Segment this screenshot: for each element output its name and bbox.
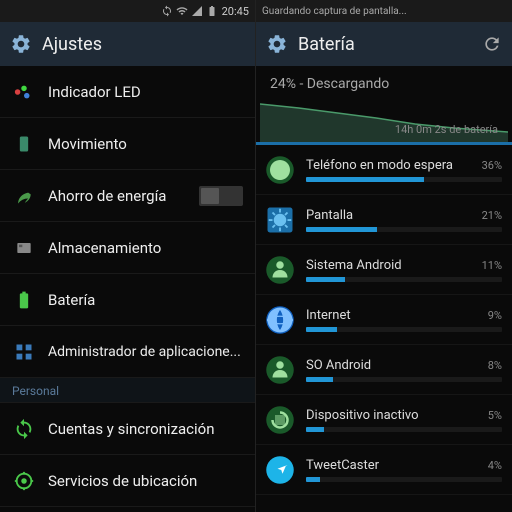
usage-bar [306, 177, 502, 182]
usage-body: Teléfono en modo espera 36% [306, 158, 502, 182]
usage-body: Sistema Android 11% [306, 258, 502, 282]
sync-icon [161, 5, 173, 17]
status-icons [161, 5, 218, 17]
led-icon [12, 80, 36, 104]
usage-bar [306, 377, 502, 382]
settings-row-motion[interactable]: Movimiento [0, 118, 255, 170]
sync-icon [12, 417, 36, 441]
status-bar: Guardando captura de pantalla... [256, 0, 512, 22]
usage-name: Teléfono en modo espera [306, 158, 453, 173]
row-label: Movimiento [48, 135, 243, 153]
settings-row-apps[interactable]: Administrador de aplicacione... [0, 326, 255, 378]
usage-percent: 8% [488, 359, 502, 372]
gear-icon [266, 33, 288, 55]
usage-row[interactable]: SO Android 8% [256, 345, 512, 395]
usage-name: Dispositivo inactivo [306, 408, 419, 423]
row-label: Ahorro de energía [48, 187, 187, 205]
settings-row-storage[interactable]: Almacenamiento [0, 222, 255, 274]
usage-body: Dispositivo inactivo 5% [306, 408, 502, 432]
usage-name: SO Android [306, 358, 371, 373]
app-icon [264, 354, 296, 386]
row-label: Batería [48, 291, 243, 309]
battery-summary: 24% - Descargando [256, 66, 512, 98]
graph-duration: 14h 0m 2s de batería [395, 123, 498, 136]
usage-percent: 4% [488, 459, 502, 472]
page-title: Ajustes [42, 34, 245, 55]
usage-name: Sistema Android [306, 258, 402, 273]
usage-percent: 9% [488, 309, 502, 322]
usage-body: Pantalla 21% [306, 208, 502, 232]
settings-panel: 20:45 Ajustes Indicador LED Movimiento A… [0, 0, 256, 512]
usage-bar [306, 427, 502, 432]
usage-row[interactable]: Sistema Android 11% [256, 245, 512, 295]
usage-name: Internet [306, 308, 351, 323]
refresh-icon[interactable] [482, 34, 502, 54]
usage-row[interactable]: Internet 9% [256, 295, 512, 345]
wifi-icon [176, 5, 188, 17]
gear-icon [10, 33, 32, 55]
section-personal: Personal [0, 378, 255, 403]
usage-bar [306, 327, 502, 332]
usage-bar [306, 277, 502, 282]
usage-body: SO Android 8% [306, 358, 502, 382]
usage-body: Internet 9% [306, 308, 502, 332]
settings-row-accounts[interactable]: Cuentas y sincronización [0, 403, 255, 455]
app-icon [264, 204, 296, 236]
battery-header: Batería [256, 22, 512, 66]
settings-row-powersave[interactable]: Ahorro de energía [0, 170, 255, 222]
usage-percent: 11% [482, 259, 502, 272]
battery-panel: Guardando captura de pantalla... Batería… [256, 0, 512, 512]
usage-list: Teléfono en modo espera 36% Pantalla 21% Sis… [256, 145, 512, 512]
usage-percent: 21% [482, 209, 502, 222]
usage-bar [306, 477, 502, 482]
apps-icon [12, 340, 36, 364]
usage-row[interactable]: Pantalla 21% [256, 195, 512, 245]
motion-icon [12, 132, 36, 156]
battery-graph[interactable]: 14h 0m 2s de batería [260, 98, 508, 142]
settings-header: Ajustes [0, 22, 255, 66]
usage-percent: 5% [488, 409, 502, 422]
app-icon [264, 154, 296, 186]
usage-row[interactable]: TweetCaster 4% [256, 445, 512, 495]
app-icon [264, 404, 296, 436]
row-label: Administrador de aplicacione... [48, 344, 243, 360]
settings-row-location[interactable]: Servicios de ubicación [0, 455, 255, 507]
app-icon [264, 454, 296, 486]
powersave-toggle[interactable] [199, 186, 243, 206]
storage-icon [12, 236, 36, 260]
status-saving: Guardando captura de pantalla... [262, 6, 407, 17]
app-icon [264, 254, 296, 286]
usage-row[interactable]: Teléfono en modo espera 36% [256, 145, 512, 195]
battery-icon [206, 5, 218, 17]
usage-body: TweetCaster 4% [306, 458, 502, 482]
usage-percent: 36% [482, 159, 502, 172]
leaf-icon [12, 184, 36, 208]
toggle-knob [201, 188, 219, 204]
row-label: Indicador LED [48, 83, 243, 101]
settings-list: Indicador LED Movimiento Ahorro de energ… [0, 66, 255, 512]
status-time: 20:45 [222, 5, 249, 18]
app-icon [264, 304, 296, 336]
location-icon [12, 469, 36, 493]
usage-name: TweetCaster [306, 458, 379, 473]
battery-icon [12, 288, 36, 312]
usage-name: Pantalla [306, 208, 353, 223]
usage-row[interactable]: Dispositivo inactivo 5% [256, 395, 512, 445]
row-label: Almacenamiento [48, 239, 243, 257]
settings-row-led[interactable]: Indicador LED [0, 66, 255, 118]
row-label: Servicios de ubicación [48, 472, 243, 490]
usage-bar [306, 227, 502, 232]
row-label: Cuentas y sincronización [48, 420, 243, 438]
settings-row-battery[interactable]: Batería [0, 274, 255, 326]
status-bar: 20:45 [0, 0, 255, 22]
signal-icon [191, 5, 203, 17]
page-title: Batería [298, 34, 472, 55]
